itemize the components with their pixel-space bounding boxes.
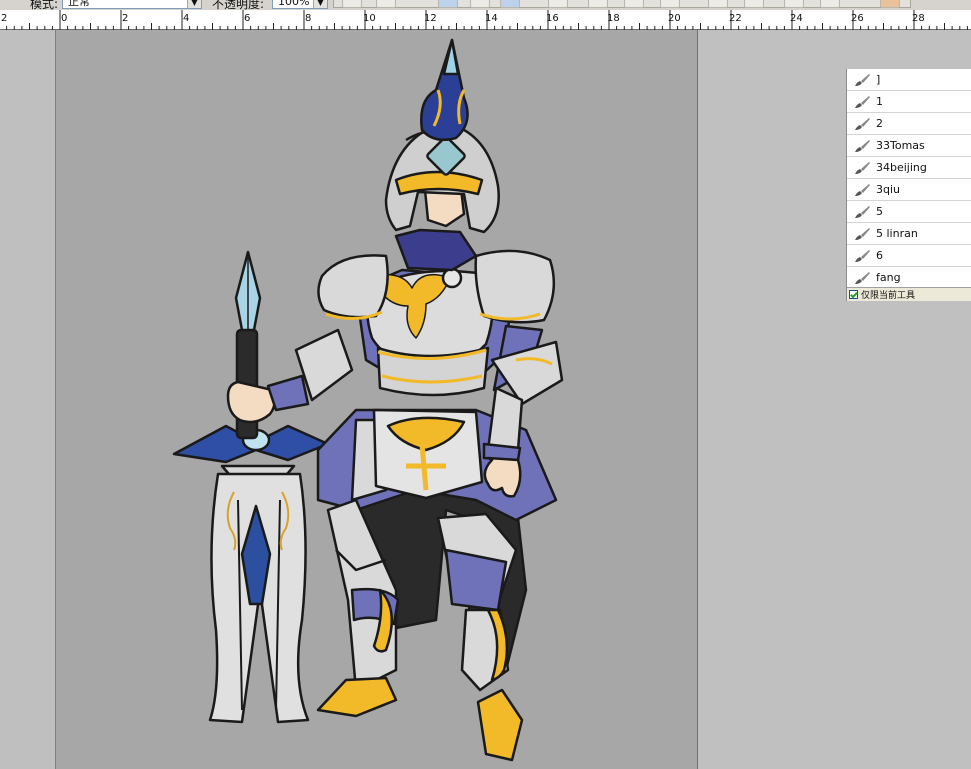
option-button-14[interactable]	[880, 0, 900, 8]
option-button-9[interactable]	[660, 0, 680, 8]
preset-name: ]	[876, 73, 881, 86]
preset-item[interactable]: fang	[847, 267, 971, 287]
opacity-field[interactable]: 100% ▼	[272, 0, 328, 9]
preset-item[interactable]: ]	[847, 69, 971, 91]
ruler-number: 2	[1, 13, 8, 24]
preset-item[interactable]: 3qiu	[847, 179, 971, 201]
brush-preset-icon	[855, 95, 870, 108]
option-button-13[interactable]	[820, 0, 840, 8]
preset-name: 1	[876, 95, 883, 108]
ruler-number: 12	[424, 13, 437, 24]
ruler-number: 16	[546, 13, 559, 24]
preset-name: 5	[876, 205, 883, 218]
mode-select[interactable]: 正常 ▼	[62, 0, 202, 9]
ruler-number: 0	[61, 13, 68, 24]
brush-preset-icon	[855, 205, 870, 218]
mode-label: 模式:	[30, 0, 59, 10]
chevron-down-icon: ▼	[187, 0, 201, 8]
preset-item[interactable]: 5 linran	[847, 223, 971, 245]
preset-name: 5 linran	[876, 227, 918, 240]
opacity-value: 100%	[278, 0, 310, 8]
ruler-number: 28	[912, 13, 925, 24]
brush-preset-icon	[855, 271, 870, 284]
ruler-number: 8	[305, 13, 312, 24]
tool-presets-panel: ] 1 2 33Tomas 34beijing 3qiu 5 5 linran	[846, 69, 971, 301]
preset-item[interactable]: 6	[847, 245, 971, 267]
document-canvas[interactable]	[56, 30, 698, 769]
current-tool-only-checkbox[interactable]	[849, 290, 858, 299]
option-button-10[interactable]	[708, 0, 728, 8]
option-button-11[interactable]	[744, 0, 764, 8]
artwork-armored-knight	[172, 38, 564, 762]
option-button-2[interactable]	[376, 0, 396, 8]
ruler-number: 10	[363, 13, 376, 24]
ruler-number: 24	[790, 13, 803, 24]
preset-item[interactable]: 1	[847, 91, 971, 113]
preset-item[interactable]: 34beijing	[847, 157, 971, 179]
pasteboard-left[interactable]	[0, 30, 56, 769]
mode-value: 正常	[68, 0, 90, 8]
preset-name: 33Tomas	[876, 139, 925, 152]
brush-preset-icon	[855, 183, 870, 196]
ruler-number: 18	[607, 13, 620, 24]
preset-name: 3qiu	[876, 183, 901, 196]
brush-preset-icon	[855, 139, 870, 152]
ruler-number: 22	[729, 13, 742, 24]
option-button-7[interactable]	[588, 0, 608, 8]
option-button-12[interactable]	[784, 0, 804, 8]
brush-preset-icon	[855, 117, 870, 130]
preset-item[interactable]: 2	[847, 113, 971, 135]
tool-options-bar: 模式: 正常 ▼ 不透明度: 100% ▼	[0, 0, 971, 10]
ruler-number: 26	[851, 13, 864, 24]
preset-item[interactable]: 33Tomas	[847, 135, 971, 157]
preset-name: 34beijing	[876, 161, 927, 174]
current-tool-only-label: 仅限当前工具	[861, 291, 916, 301]
option-button-3[interactable]	[438, 0, 458, 8]
ruler-number: 6	[244, 13, 251, 24]
option-button-4[interactable]	[470, 0, 490, 8]
brush-preset-icon	[855, 161, 870, 174]
preset-name: fang	[876, 271, 901, 284]
ruler-number: 20	[668, 13, 681, 24]
knight	[266, 38, 564, 762]
brush-preset-icon	[855, 227, 870, 240]
preset-name: 2	[876, 117, 883, 130]
ruler-number: 4	[183, 13, 190, 24]
current-tool-only-row[interactable]: 仅限当前工具	[847, 287, 971, 301]
option-button-8[interactable]	[624, 0, 644, 8]
chevron-down-icon: ▼	[313, 0, 327, 8]
ruler-number: 14	[485, 13, 498, 24]
brush-preset-icon	[855, 73, 870, 86]
sword	[172, 250, 330, 724]
tool-presets-list[interactable]: ] 1 2 33Tomas 34beijing 3qiu 5 5 linran	[847, 69, 971, 287]
preset-item[interactable]: 5	[847, 201, 971, 223]
opacity-label: 不透明度:	[212, 0, 265, 10]
preset-name: 6	[876, 249, 883, 262]
option-button-6[interactable]	[548, 0, 568, 8]
option-button-1[interactable]	[342, 0, 362, 8]
ruler-number: 2	[122, 13, 129, 24]
option-button-5[interactable]	[500, 0, 520, 8]
brush-preset-icon	[855, 249, 870, 262]
horizontal-ruler[interactable]: 2 0 2 4 6 8 10 12 14 16 18 20 22 24 26 2…	[0, 10, 971, 30]
